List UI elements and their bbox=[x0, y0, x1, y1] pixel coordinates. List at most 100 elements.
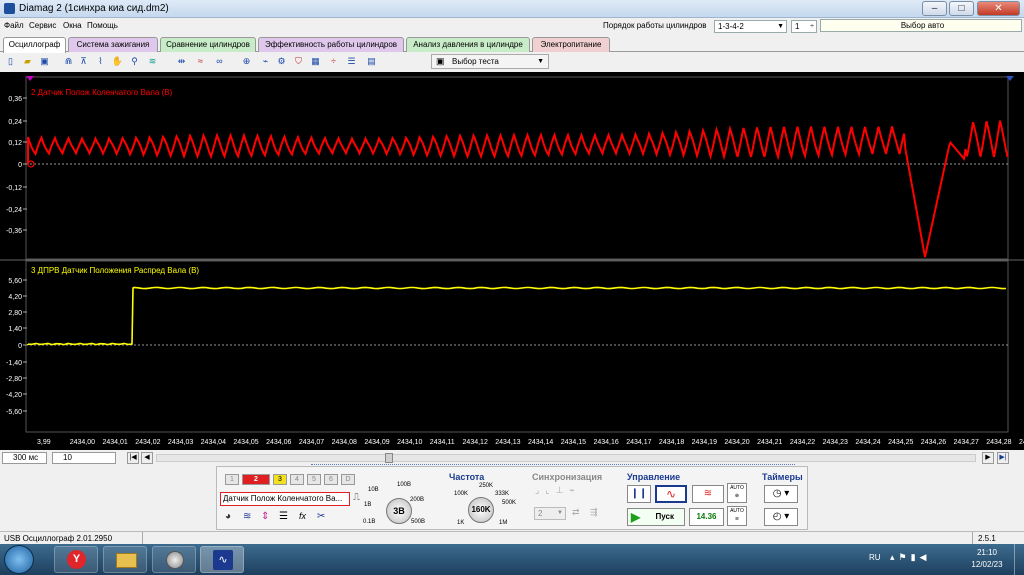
lines-icon[interactable]: ☰ bbox=[279, 511, 288, 522]
menu-service[interactable]: Сервис bbox=[29, 21, 56, 30]
channel-name-field[interactable]: Датчик Полож Коленчатого Ва... bbox=[220, 492, 350, 506]
sync-channel-select[interactable]: 2 ▼ bbox=[534, 507, 566, 520]
zoom-icon[interactable]: ⚲ bbox=[128, 55, 141, 68]
open-folder-icon[interactable]: ▰ bbox=[21, 55, 34, 68]
save-icon[interactable]: ▣ bbox=[38, 55, 51, 68]
tab-cylinder-compare[interactable]: Сравнение цилиндров bbox=[160, 37, 256, 52]
frequency-knob[interactable]: 160K bbox=[468, 497, 494, 523]
volt-label-500v: 500В bbox=[411, 519, 426, 525]
y-tick-label: -0,12 bbox=[6, 185, 22, 192]
channel-2-label: 2 Датчик Полож Коленчатого Вала (В) bbox=[31, 88, 173, 97]
channel-button-digital[interactable]: D bbox=[341, 474, 355, 485]
scrollbar-thumb[interactable] bbox=[385, 453, 393, 463]
tab-cylinder-efficiency[interactable]: Эффективность работы цилиндров bbox=[258, 37, 404, 52]
panel-splitter[interactable] bbox=[311, 464, 795, 467]
tab-power[interactable]: Электропитание bbox=[532, 37, 610, 52]
horizontal-scrollbar[interactable] bbox=[156, 453, 976, 463]
select-test-dropdown[interactable]: Выбор теста ▼ ▣ bbox=[431, 54, 549, 69]
settings-icon[interactable]: ⚙ bbox=[275, 55, 288, 68]
start-button-icon[interactable] bbox=[4, 545, 34, 574]
channel-button-6[interactable]: 6 bbox=[324, 474, 338, 485]
taskbar-explorer[interactable] bbox=[103, 546, 147, 573]
channel-button-2[interactable]: 2 bbox=[242, 474, 270, 485]
x-tick-label: 2434,27 bbox=[954, 439, 979, 446]
sync-reset-icon[interactable]: ⇄ bbox=[572, 507, 580, 518]
wave-mode-icon[interactable]: ≋ bbox=[243, 511, 251, 522]
x-tick-label: 2434,10 bbox=[397, 439, 422, 446]
auto-label-1: AUTO bbox=[730, 485, 744, 491]
language-indicator[interactable]: RU bbox=[869, 553, 881, 562]
sine-mode-button[interactable]: ∿ bbox=[655, 485, 687, 503]
cylinder-select[interactable]: 1 ÷ bbox=[791, 20, 817, 33]
channel-button-3[interactable]: 3 bbox=[273, 474, 287, 485]
auto-button-2[interactable]: AUTO ≋ bbox=[727, 506, 747, 526]
sync-edge-icons[interactable]: ⌟⌞⊥⌁ bbox=[535, 485, 581, 496]
menu-help[interactable]: Помощь bbox=[87, 21, 118, 30]
maximize-button[interactable]: □ bbox=[949, 1, 974, 16]
tab-ignition[interactable]: Система зажигания bbox=[68, 37, 158, 52]
scroll-end-button[interactable]: ▶| bbox=[997, 452, 1009, 464]
channel-button-4[interactable]: 4 bbox=[290, 474, 304, 485]
version-status: 2.5.1 bbox=[978, 534, 996, 543]
y-tick-label: -0,36 bbox=[6, 228, 22, 235]
function-icon[interactable]: fx bbox=[299, 511, 306, 521]
close-button[interactable]: ✕ bbox=[977, 1, 1020, 16]
layers-icon[interactable]: ≋ bbox=[146, 55, 159, 68]
pause-button[interactable]: ❙❙ bbox=[627, 485, 651, 503]
probe-icon[interactable]: ⎍ bbox=[353, 492, 360, 503]
trigger-icon[interactable]: ⊕ bbox=[240, 55, 253, 68]
taskbar-yandex-browser[interactable]: Y bbox=[54, 546, 98, 573]
scroll-right-button[interactable]: ▶ bbox=[982, 452, 994, 464]
show-desktop-button[interactable] bbox=[1014, 544, 1024, 575]
tab-oscilloscope[interactable]: Осциллограф bbox=[3, 37, 66, 53]
align-icon[interactable]: ☰ bbox=[345, 55, 358, 68]
sync-channel-value: 2 bbox=[538, 509, 543, 518]
table-icon[interactable]: ▦ bbox=[309, 55, 322, 68]
ratio-icon[interactable]: ⌁ bbox=[259, 55, 272, 68]
diamag-icon: ∿ bbox=[213, 550, 233, 570]
y-tick-label: 0,36 bbox=[8, 96, 22, 103]
control-title: Управление bbox=[627, 472, 681, 482]
timebase-select[interactable]: 300 мс bbox=[2, 452, 47, 464]
x-tick-label: 24 bbox=[1019, 439, 1024, 446]
invert-icon[interactable]: ⇕ bbox=[261, 511, 269, 522]
document-icon[interactable]: ▤ bbox=[365, 55, 378, 68]
eye-icon[interactable]: ◕ bbox=[225, 511, 231, 522]
overlay-wave-icon[interactable]: ≈ bbox=[194, 55, 207, 68]
wave-icon[interactable]: ⌇ bbox=[94, 55, 107, 68]
timer-button-1[interactable]: ◷ ▾ bbox=[764, 485, 798, 503]
new-file-icon[interactable]: ▯ bbox=[4, 55, 17, 68]
select-auto-button[interactable]: Выбор авто bbox=[820, 19, 1022, 32]
auto-button-1[interactable]: AUTO ⊕ bbox=[727, 483, 747, 503]
taskbar-diamag[interactable]: ∿ bbox=[200, 546, 244, 573]
timer-button-2[interactable]: ◴ ▾ bbox=[764, 508, 798, 526]
scroll-left-button[interactable]: ◀ bbox=[141, 452, 153, 464]
volt-knob[interactable]: 3В bbox=[386, 498, 412, 524]
firing-order-select[interactable]: 1-3-4-2 ▼ bbox=[714, 20, 787, 33]
divider-icon[interactable]: ÷ bbox=[327, 55, 340, 68]
select-auto-label: Выбор авто bbox=[900, 21, 945, 30]
channel-button-1[interactable]: 1 bbox=[225, 474, 239, 485]
tools-icon[interactable]: ✂ bbox=[317, 511, 325, 522]
start-button[interactable]: ▶ Пуск bbox=[627, 508, 685, 526]
channel-button-5[interactable]: 5 bbox=[307, 474, 321, 485]
filter-icon[interactable]: ⛉ bbox=[292, 55, 305, 68]
cursor-icon[interactable]: ⋒ bbox=[62, 55, 75, 68]
lissajous-icon[interactable]: ∞ bbox=[213, 55, 226, 68]
menu-windows[interactable]: Окна bbox=[63, 21, 82, 30]
scroll-start-button[interactable]: |◀ bbox=[127, 452, 139, 464]
volt-label-01v: 0.1В bbox=[363, 519, 376, 525]
minimize-button[interactable]: – bbox=[922, 1, 947, 16]
oscilloscope-area[interactable]: 0,36 0,24 0,12 0 -0,12 -0,24 -0,36 5,60 4,20 2,8… bbox=[0, 72, 1024, 450]
taskbar-media-player[interactable] bbox=[152, 546, 196, 573]
cursor-measure-icon[interactable]: ⊼ bbox=[77, 55, 90, 68]
x-tick-label: 2434,26 bbox=[921, 439, 946, 446]
sync-mode-icon[interactable]: ⇶ bbox=[590, 507, 598, 518]
scale-select[interactable]: 10 bbox=[52, 452, 116, 464]
tab-pressure-analysis[interactable]: Анализ давления в цилиндре bbox=[406, 37, 530, 52]
hand-icon[interactable]: ✋ bbox=[111, 55, 124, 68]
noise-mode-button[interactable]: ≋ bbox=[692, 485, 724, 503]
tray-icons[interactable]: ▴⚑▮◀ bbox=[890, 552, 930, 563]
menu-file[interactable]: Файл bbox=[4, 21, 24, 30]
compress-icon[interactable]: ⇹ bbox=[175, 55, 188, 68]
